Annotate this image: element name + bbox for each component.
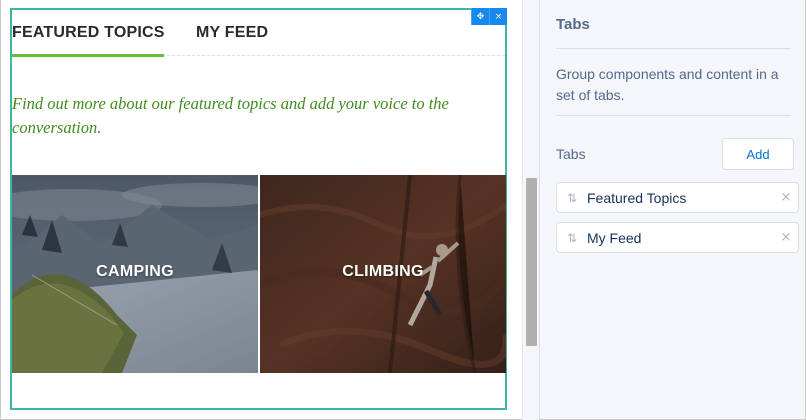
- panel-divider: [556, 48, 791, 49]
- tab-bar: FEATURED TOPICS MY FEED: [12, 10, 505, 57]
- drag-handle-icon[interactable]: ⇅: [557, 191, 587, 205]
- topic-label-camping: CAMPING: [96, 263, 174, 280]
- tab-item-label: Featured Topics: [587, 189, 687, 206]
- tabs-component-frame[interactable]: ✥ × FEATURED TOPICS MY FEED Find out mor…: [10, 8, 507, 410]
- tabs-section-label: Tabs: [556, 146, 586, 162]
- intro-text: Find out more about our featured topics …: [12, 94, 449, 137]
- topic-tile-climbing[interactable]: CLIMBING: [260, 175, 506, 373]
- add-tab-button[interactable]: Add: [722, 138, 794, 170]
- remove-icon[interactable]: ×: [774, 190, 798, 205]
- page-canvas: ✥ × FEATURED TOPICS MY FEED Find out mor…: [0, 0, 522, 420]
- topic-label-climbing: CLIMBING: [342, 263, 424, 280]
- tab-item-label: My Feed: [587, 229, 642, 246]
- panel-divider: [556, 115, 791, 116]
- panel-description: Group components and content in a set of…: [556, 66, 779, 103]
- scrollbar-thumb[interactable]: [526, 178, 537, 346]
- remove-icon[interactable]: ×: [774, 230, 798, 245]
- tab-item-featured-topics[interactable]: ⇅ Featured Topics ×: [556, 182, 799, 213]
- panel-title: Tabs: [556, 16, 590, 33]
- tab-featured-topics[interactable]: FEATURED TOPICS: [12, 10, 196, 57]
- properties-panel: Tabs Group components and content in a s…: [539, 0, 806, 420]
- tab-my-feed[interactable]: MY FEED: [196, 10, 268, 56]
- topic-tile-camping[interactable]: CAMPING: [12, 175, 258, 373]
- canvas-scrollbar[interactable]: [522, 0, 539, 420]
- drag-handle-icon[interactable]: ⇅: [557, 231, 587, 245]
- tab-item-my-feed[interactable]: ⇅ My Feed ×: [556, 222, 799, 253]
